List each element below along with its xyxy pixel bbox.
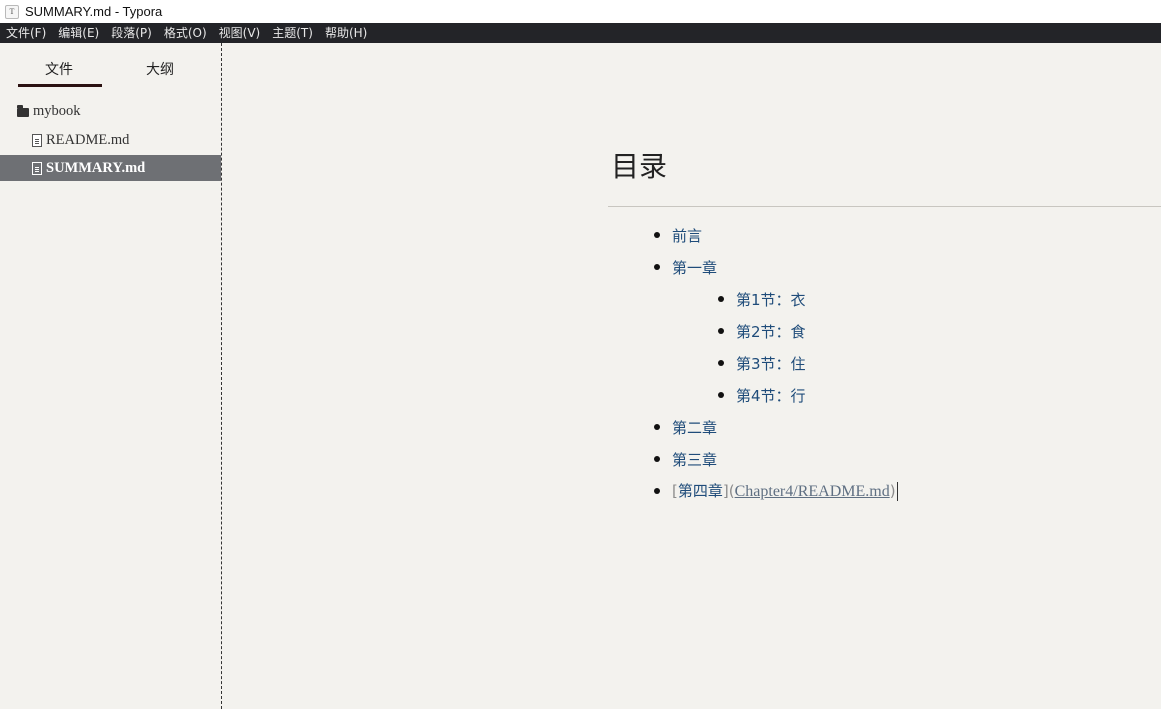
menu-bar: 文件(F) 编辑(E) 段落(P) 格式(O) 视图(V) 主题(T) 帮助(H… [0, 23, 1161, 43]
folder-label: mybook [33, 102, 81, 119]
list-bullet [718, 360, 724, 366]
list-bullet [654, 264, 660, 270]
title-bar: T SUMMARY.md - Typora [0, 0, 1161, 23]
editor[interactable]: 目录 前言 第一章 第1节：衣 第2节：食 第3节：住 第4节：行 第二章 第三… [222, 43, 1161, 709]
toc-link-chapter4-source[interactable]: [第四章](Chapter4/README.md) [672, 480, 898, 501]
markdown-bracket: ) [889, 482, 896, 500]
file-label: README.md [46, 131, 130, 148]
link-url[interactable]: Chapter4/README.md [735, 483, 890, 500]
toc-link-section3[interactable]: 第3节：住 [736, 353, 806, 374]
list-bullet [654, 232, 660, 238]
file-icon [32, 161, 42, 175]
list-bullet [654, 424, 660, 430]
tree-file-readme[interactable]: README.md [0, 127, 221, 153]
typora-app-icon: T [5, 4, 19, 19]
sidebar: 文件 大纲 mybook README.md SUMMARY.md [0, 43, 222, 709]
markdown-bracket: ]( [722, 482, 735, 500]
list-bullet [718, 392, 724, 398]
sidebar-tabs: 文件 大纲 [0, 43, 221, 91]
menu-theme[interactable]: 主题(T) [266, 23, 319, 43]
toc-link-section4[interactable]: 第4节：行 [736, 385, 806, 406]
list-bullet [718, 296, 724, 302]
window-title: SUMMARY.md - Typora [25, 4, 163, 19]
menu-help[interactable]: 帮助(H) [319, 23, 373, 43]
menu-view[interactable]: 视图(V) [213, 23, 267, 43]
file-label: SUMMARY.md [46, 159, 146, 176]
toc-link-chapter3[interactable]: 第三章 [672, 449, 717, 470]
toc-link-chapter1[interactable]: 第一章 [672, 257, 717, 278]
file-icon [32, 133, 42, 147]
folder-icon [17, 104, 29, 117]
menu-format[interactable]: 格式(O) [158, 23, 213, 43]
toc-link-section2[interactable]: 第2节：食 [736, 321, 806, 342]
link-text: 第四章 [677, 482, 723, 500]
menu-file[interactable]: 文件(F) [0, 23, 52, 43]
tree-file-summary-selected[interactable]: SUMMARY.md [0, 155, 221, 181]
tree-folder-mybook[interactable]: mybook [0, 98, 221, 124]
text-cursor [896, 482, 898, 501]
toc-link-chapter2[interactable]: 第二章 [672, 417, 717, 438]
tab-files[interactable]: 文件 [45, 59, 73, 79]
active-tab-indicator [18, 84, 102, 87]
menu-edit[interactable]: 编辑(E) [52, 23, 105, 43]
menu-paragraph[interactable]: 段落(P) [105, 23, 158, 43]
tab-outline[interactable]: 大纲 [146, 59, 174, 79]
list-bullet [718, 328, 724, 334]
heading-divider [608, 206, 1161, 207]
list-bullet [654, 488, 660, 494]
list-bullet [654, 456, 660, 462]
toc-link-section1[interactable]: 第1节：衣 [736, 289, 806, 310]
toc-link-preface[interactable]: 前言 [672, 225, 702, 246]
document-heading: 目录 [611, 150, 668, 183]
